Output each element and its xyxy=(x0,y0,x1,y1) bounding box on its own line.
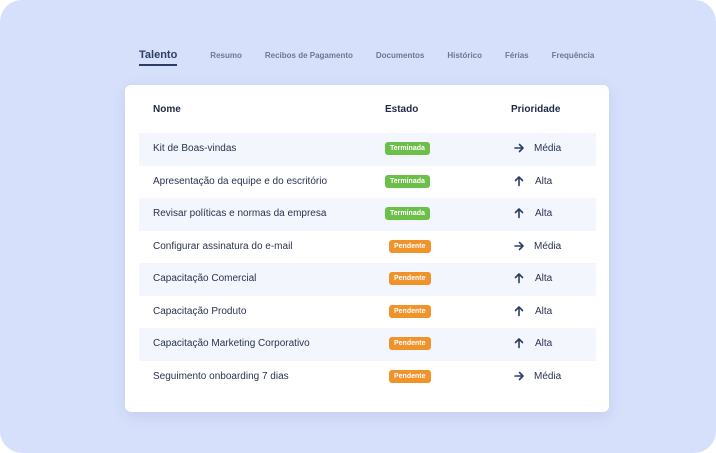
task-name: Seguimento onboarding 7 dias xyxy=(153,370,289,382)
priority-label: Média xyxy=(534,143,562,154)
status-badge: Pendente xyxy=(389,369,431,383)
priority-label: Alta xyxy=(535,208,553,219)
task-name: Capacitação Produto xyxy=(153,305,247,317)
status-badge: Terminada xyxy=(385,174,430,188)
arrow-right-icon xyxy=(514,241,524,250)
tab-ferias[interactable]: Férias xyxy=(505,48,529,64)
column-header-priority[interactable]: Prioridade xyxy=(511,104,560,115)
task-name: Kit de Boas-vindas xyxy=(153,143,237,154)
tab-talento[interactable]: Talento xyxy=(139,48,178,66)
tab-documentos[interactable]: Documentos xyxy=(376,48,424,64)
table-row[interactable]: Apresentação da equipe e do escritório T… xyxy=(139,166,596,199)
arrow-up-icon xyxy=(514,338,524,349)
tab-resumo[interactable]: Resumo xyxy=(210,48,242,64)
tab-recibos-de-pagamento[interactable]: Recibos de Pagamento xyxy=(265,48,353,64)
arrow-up-icon xyxy=(514,208,524,219)
task-table-body: Kit de Boas-vindas Terminada Média Apres… xyxy=(139,133,596,393)
arrow-up-icon xyxy=(514,175,524,186)
status-badge: Pendente xyxy=(389,304,431,318)
table-header: Nome Estado Prioridade xyxy=(125,85,609,133)
table-row[interactable]: Capacitação Marketing Corporativo Penden… xyxy=(139,328,596,361)
tasks-card: Nome Estado Prioridade Kit de Boas-vinda… xyxy=(125,85,609,412)
table-row[interactable]: Revisar políticas e normas da empresa Te… xyxy=(139,198,596,231)
task-name: Revisar políticas e normas da empresa xyxy=(153,208,327,219)
column-header-name[interactable]: Nome xyxy=(153,104,181,115)
table-row[interactable]: Seguimento onboarding 7 dias Pendente Mé… xyxy=(139,361,596,394)
status-badge: Terminada xyxy=(385,207,430,220)
tab-bar: Talento Resumo Recibos de Pagamento Docu… xyxy=(139,48,594,68)
arrow-up-icon xyxy=(514,273,524,284)
tab-frequencia[interactable]: Frequência xyxy=(552,48,595,64)
arrow-right-icon xyxy=(514,371,524,380)
priority-label: Alta xyxy=(535,338,553,349)
table-row[interactable]: Kit de Boas-vindas Terminada Média xyxy=(139,133,596,166)
status-badge: Pendente xyxy=(389,272,431,285)
arrow-right-icon xyxy=(514,143,524,153)
task-name: Configurar assinatura do e-mail xyxy=(153,240,293,252)
priority-label: Alta xyxy=(535,273,553,284)
table-row[interactable]: Capacitação Comercial Pendente Alta xyxy=(139,263,596,296)
priority-label: Média xyxy=(534,370,562,382)
status-badge: Terminada xyxy=(385,142,430,155)
app-frame: Talento Resumo Recibos de Pagamento Docu… xyxy=(0,0,716,453)
task-name: Capacitação Marketing Corporativo xyxy=(153,338,310,349)
priority-label: Alta xyxy=(535,305,553,317)
priority-label: Média xyxy=(534,240,562,252)
task-name: Apresentação da equipe e do escritório xyxy=(153,175,328,187)
task-name: Capacitação Comercial xyxy=(153,273,257,284)
tab-historico[interactable]: Histórico xyxy=(447,48,482,64)
priority-label: Alta xyxy=(535,175,553,187)
table-row[interactable]: Capacitação Produto Pendente Alta xyxy=(139,296,596,329)
arrow-up-icon xyxy=(514,305,524,316)
status-badge: Pendente xyxy=(389,239,431,253)
table-row[interactable]: Configurar assinatura do e-mail Pendente… xyxy=(139,231,596,264)
column-header-state[interactable]: Estado xyxy=(385,104,418,115)
status-badge: Pendente xyxy=(389,337,431,350)
